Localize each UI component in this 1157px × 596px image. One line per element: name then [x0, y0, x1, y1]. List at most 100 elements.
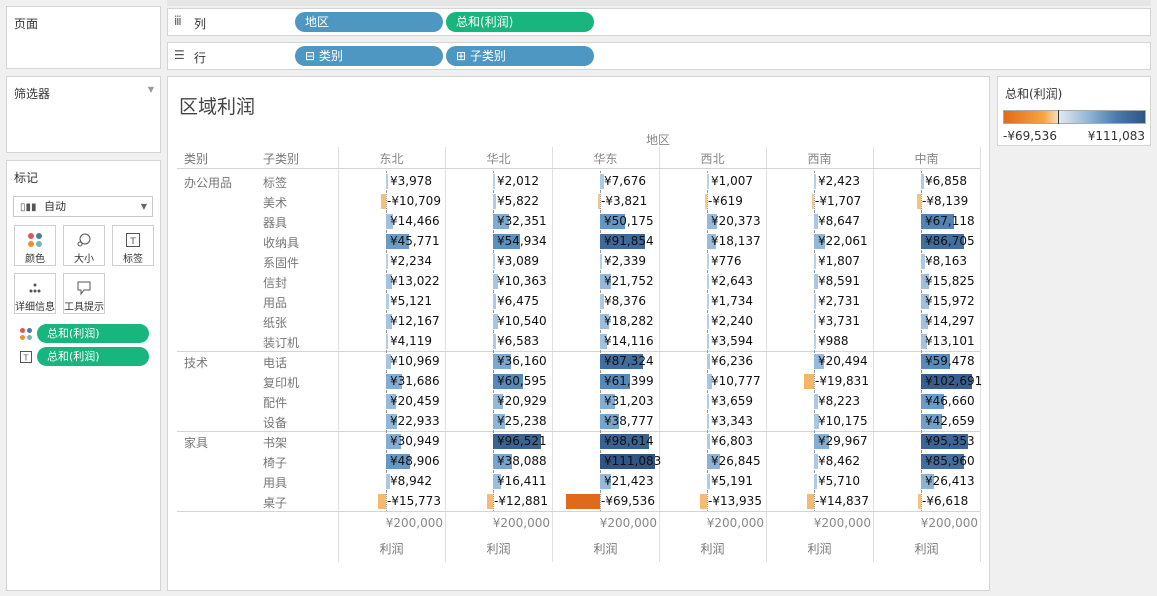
profit-cell[interactable]: ¥26,845 — [659, 451, 766, 471]
profit-cell[interactable]: ¥32,351 — [445, 211, 552, 231]
columns-shelf[interactable]: ⅲ 列 地区 总和(利润) — [167, 8, 1151, 36]
profit-cell[interactable]: ¥22,061 — [766, 231, 873, 251]
profit-bar[interactable] — [705, 194, 707, 209]
profit-cell[interactable]: ¥1,807 — [766, 251, 873, 271]
profit-cell[interactable]: ¥30,949 — [338, 431, 445, 451]
profit-cell[interactable]: ¥8,163 — [873, 251, 980, 271]
profit-cell[interactable]: -¥6,618 — [873, 491, 980, 511]
profit-bar[interactable] — [600, 254, 602, 269]
profit-bar[interactable] — [707, 314, 709, 329]
profit-bar[interactable] — [707, 474, 710, 489]
profit-cell[interactable]: ¥96,521 — [445, 431, 552, 451]
profit-cell[interactable]: ¥86,705 — [873, 231, 980, 251]
profit-bar[interactable] — [814, 294, 816, 309]
profit-cell[interactable]: -¥14,837 — [766, 491, 873, 511]
category-pill[interactable]: ⊟ 类别 — [295, 46, 443, 66]
profit-bar[interactable] — [493, 294, 497, 309]
profit-cell[interactable]: ¥8,223 — [766, 391, 873, 411]
profit-bar[interactable] — [806, 494, 814, 509]
rows-shelf[interactable]: ☰ 行 ⊟ 类别 ⊞ 子类别 — [167, 42, 1151, 70]
profit-cell[interactable]: -¥19,831 — [766, 371, 873, 391]
profit-cell[interactable]: ¥4,119 — [338, 331, 445, 351]
profit-cell[interactable]: ¥3,089 — [445, 251, 552, 271]
profit-cell[interactable]: ¥13,101 — [873, 331, 980, 351]
profit-cell[interactable]: ¥6,858 — [873, 171, 980, 191]
profit-cell[interactable]: ¥2,339 — [552, 251, 659, 271]
profit-bar[interactable] — [916, 194, 921, 209]
profit-cell[interactable]: ¥14,116 — [552, 331, 659, 351]
profit-cell[interactable]: ¥20,929 — [445, 391, 552, 411]
region-pill[interactable]: 地区 — [295, 12, 443, 32]
profit-bar[interactable] — [707, 174, 709, 189]
profit-bar[interactable] — [814, 174, 816, 189]
profit-cell[interactable]: ¥85,960 — [873, 451, 980, 471]
profit-cell[interactable]: -¥69,536 — [552, 491, 659, 511]
profit-cell[interactable]: ¥8,591 — [766, 271, 873, 291]
profit-bar[interactable] — [707, 274, 709, 289]
profit-bar[interactable] — [917, 494, 921, 509]
profit-cell[interactable]: ¥3,978 — [338, 171, 445, 191]
profit-bar[interactable] — [565, 494, 600, 509]
profit-bar[interactable] — [814, 314, 816, 329]
profit-cell[interactable]: ¥8,462 — [766, 451, 873, 471]
profit-cell[interactable]: ¥42,659 — [873, 411, 980, 431]
size-button[interactable]: 大小 — [63, 225, 105, 266]
profit-cell[interactable]: ¥38,088 — [445, 451, 552, 471]
profit-cell[interactable]: ¥7,676 — [552, 171, 659, 191]
profit-cell[interactable]: ¥2,240 — [659, 311, 766, 331]
profit-bar[interactable] — [380, 194, 386, 209]
profit-cell[interactable]: ¥54,934 — [445, 231, 552, 251]
profit-bar[interactable] — [378, 494, 386, 509]
label-field-pill[interactable]: 总和(利润) — [37, 347, 149, 366]
profit-cell[interactable]: ¥36,160 — [445, 351, 552, 371]
profit-cell[interactable]: ¥3,659 — [659, 391, 766, 411]
profit-bar[interactable] — [707, 334, 709, 349]
profit-cell[interactable]: ¥18,282 — [552, 311, 659, 331]
profit-cell[interactable]: ¥8,942 — [338, 471, 445, 491]
profit-cell[interactable]: ¥15,825 — [873, 271, 980, 291]
profit-cell[interactable]: ¥2,423 — [766, 171, 873, 191]
profit-cell[interactable]: -¥10,709 — [338, 191, 445, 211]
profit-cell[interactable]: ¥6,475 — [445, 291, 552, 311]
profit-bar[interactable] — [493, 334, 497, 349]
color-legend[interactable]: 总和(利润) -¥69,536 ¥111,083 — [997, 76, 1151, 146]
color-field-pill[interactable]: 总和(利润) — [37, 324, 149, 343]
profit-cell[interactable]: ¥5,121 — [338, 291, 445, 311]
filters-menu-icon[interactable]: ▼ — [148, 85, 154, 94]
profit-cell[interactable]: ¥8,376 — [552, 291, 659, 311]
profit-bar[interactable] — [814, 334, 816, 349]
subcategory-pill[interactable]: ⊞ 子类别 — [446, 46, 594, 66]
tooltip-button[interactable]: 工具提示 — [63, 273, 105, 314]
color-button[interactable]: 颜色 — [14, 225, 56, 266]
profit-cell[interactable]: ¥18,137 — [659, 231, 766, 251]
profit-cell[interactable]: ¥2,643 — [659, 271, 766, 291]
profit-cell[interactable]: ¥15,972 — [873, 291, 980, 311]
profit-bar[interactable] — [700, 494, 707, 509]
profit-cell[interactable]: -¥619 — [659, 191, 766, 211]
profit-cell[interactable]: ¥10,777 — [659, 371, 766, 391]
profit-cell[interactable]: ¥2,234 — [338, 251, 445, 271]
profit-bar[interactable] — [486, 494, 493, 509]
profit-cell[interactable]: ¥5,191 — [659, 471, 766, 491]
profit-bar[interactable] — [386, 334, 389, 349]
profit-bar[interactable] — [814, 254, 816, 269]
profit-cell[interactable]: ¥87,324 — [552, 351, 659, 371]
detail-button[interactable]: 详细信息 — [14, 273, 56, 314]
profit-cell[interactable]: ¥6,236 — [659, 351, 766, 371]
profit-cell[interactable]: ¥95,353 — [873, 431, 980, 451]
profit-cell[interactable]: ¥98,614 — [552, 431, 659, 451]
profit-cell[interactable]: ¥2,012 — [445, 171, 552, 191]
profit-bar[interactable] — [493, 174, 495, 189]
profit-cell[interactable]: ¥776 — [659, 251, 766, 271]
profit-cell[interactable]: ¥46,660 — [873, 391, 980, 411]
profit-bar[interactable] — [707, 434, 711, 449]
profit-cell[interactable]: ¥1,007 — [659, 171, 766, 191]
profit-bar[interactable] — [707, 354, 711, 369]
profit-cell[interactable]: ¥26,413 — [873, 471, 980, 491]
profit-cell[interactable]: ¥25,238 — [445, 411, 552, 431]
profit-bar[interactable] — [493, 194, 496, 209]
profit-bar[interactable] — [707, 294, 709, 309]
profit-cell[interactable]: ¥6,583 — [445, 331, 552, 351]
profit-cell[interactable]: ¥13,022 — [338, 271, 445, 291]
profit-cell[interactable]: ¥102,691 — [873, 371, 982, 391]
